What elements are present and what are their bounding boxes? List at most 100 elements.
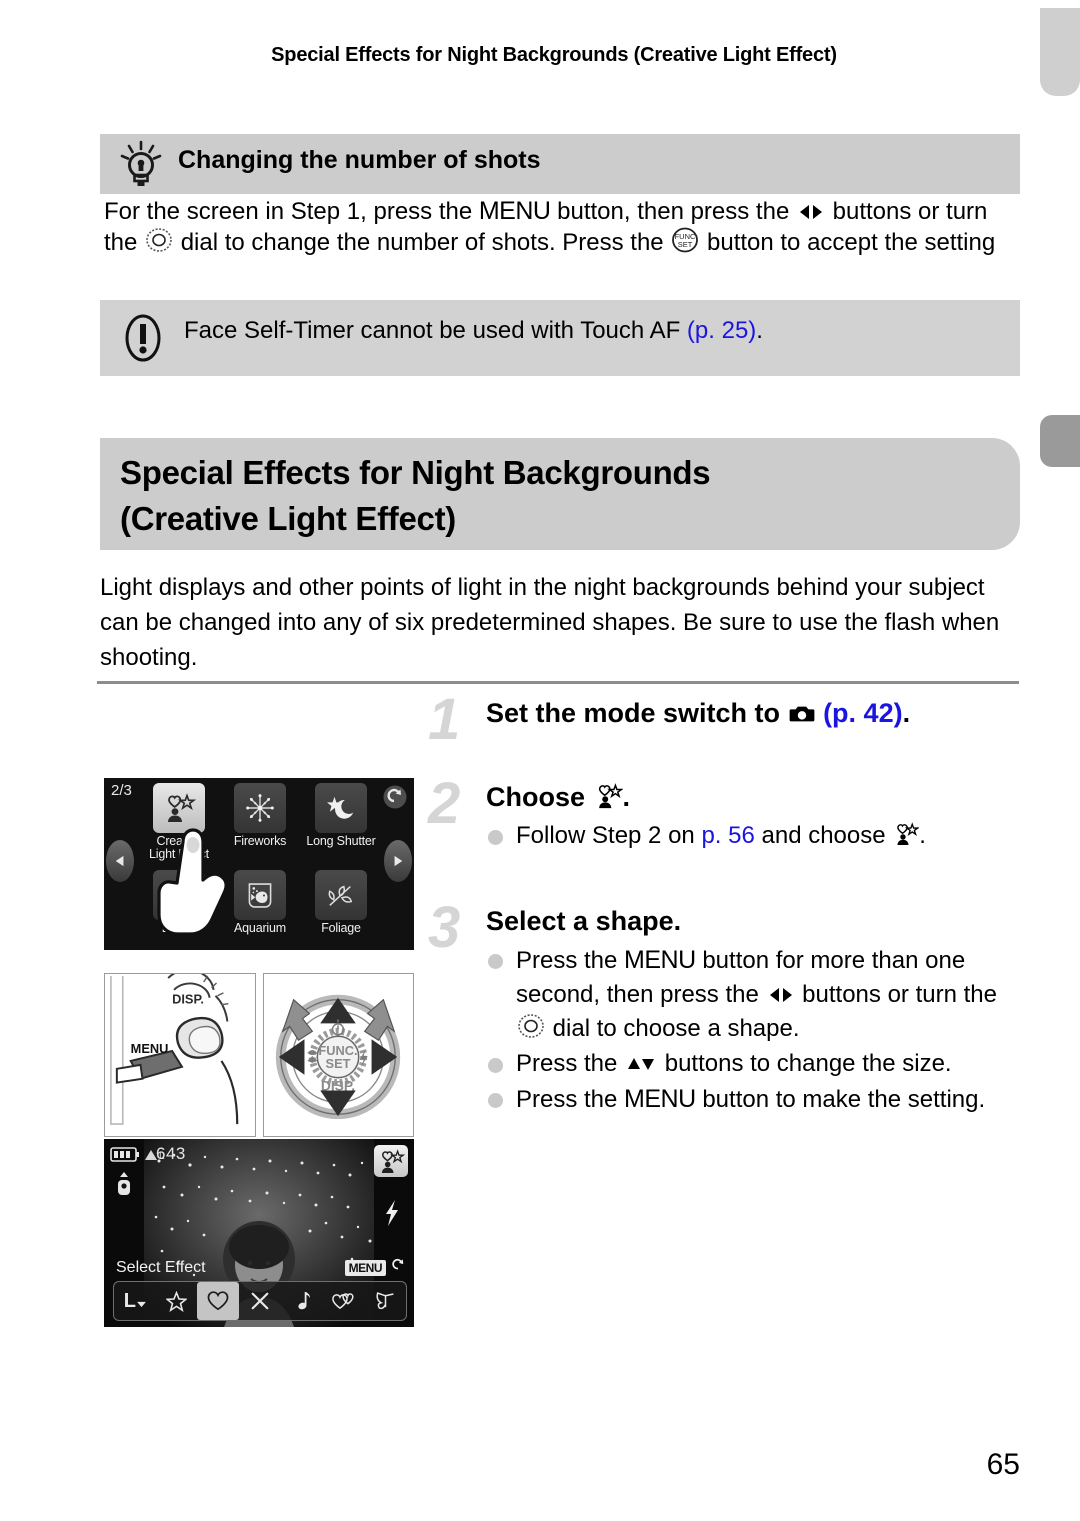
music-note-icon — [298, 1292, 310, 1310]
running-header: Special Effects for Night Backgrounds (C… — [271, 44, 837, 66]
creative-light-effect-icon — [168, 793, 196, 822]
cross-icon — [251, 1292, 269, 1310]
prev-page-button[interactable] — [106, 840, 134, 882]
control-dial-icon — [516, 1013, 546, 1039]
size-dropdown-icon — [137, 1301, 146, 1307]
music-note-shape-button[interactable] — [281, 1282, 323, 1320]
left-right-buttons-icon — [796, 202, 826, 222]
scene-mode-long-shutter[interactable]: Long Shutter — [304, 783, 378, 848]
battery-icon — [110, 1146, 140, 1163]
control-dial-icon — [144, 227, 174, 253]
step-1-page-ref[interactable]: (p. 42) — [823, 698, 903, 728]
return-arrow-icon[interactable] — [382, 784, 408, 810]
page-title-line2: (Creative Light Effect) — [120, 500, 456, 537]
double-heart-shape-button[interactable] — [323, 1282, 365, 1320]
long-shutter-icon — [327, 796, 354, 819]
image-stabilizer-icon — [114, 1171, 134, 1197]
heart-shape-button[interactable] — [197, 1282, 240, 1320]
manual-page: Special Effects for Night Backgrounds (C… — [0, 0, 1080, 1521]
step-3: 3 Select a shape. Press the MENU button … — [428, 899, 1024, 1117]
menu-return-indicator: MENU — [344, 1258, 406, 1277]
star-shape-button[interactable] — [156, 1282, 198, 1320]
step-2-bullet-text-3: . — [919, 822, 926, 849]
scene-mode-screenshot: 2/3 Creative Light Effect Fireworks Long… — [104, 778, 414, 950]
shots-remaining: 643 — [156, 1144, 186, 1163]
lightbulb-icon — [118, 140, 164, 188]
page-reference-link[interactable]: (p. 25) — [687, 317, 756, 344]
warning-text: Face Self-Timer cannot be used with Touc… — [184, 316, 994, 346]
menu-button-label: MENU — [624, 946, 696, 974]
double-heart-icon — [332, 1293, 354, 1309]
menu-button-diagram: DISP. MENU — [104, 973, 256, 1137]
chapter-tab-marker-current — [1040, 415, 1080, 467]
tip-text-2: button, then press the — [550, 198, 796, 225]
svg-text:DISP.: DISP. — [321, 1078, 355, 1094]
page-title: Special Effects for Night Backgrounds (C… — [120, 450, 1000, 542]
steps-list: 1 Set the mode switch to (p. 42). 2 Choo… — [428, 691, 1024, 1121]
scene-tile — [315, 783, 367, 833]
size-selector-button[interactable]: L — [114, 1282, 156, 1320]
finger-pointer-icon — [156, 826, 236, 944]
control-dial-diagram: FUNC. SET DISP. — [263, 973, 414, 1137]
cross-shape-button[interactable] — [239, 1282, 281, 1320]
step-1-text-2 — [816, 698, 824, 728]
next-page-button[interactable] — [384, 840, 412, 882]
step-3-bullet-2: Press the buttons to change the size. — [486, 1047, 1024, 1081]
step-2-bullet-1: Follow Step 2 on p. 56 and choose . — [486, 819, 1024, 853]
step-3-b1-text-1: Press the — [516, 947, 625, 974]
step-1-text-1: Set the mode switch to — [486, 698, 788, 728]
scene-mode-foliage[interactable]: Foliage — [304, 870, 378, 935]
svg-text:SET: SET — [326, 1056, 351, 1071]
step-2-number: 2 — [428, 771, 461, 836]
warning-period: . — [756, 317, 763, 344]
select-effect-screenshot: L 643 Select Effect MENU L — [104, 1139, 414, 1327]
left-right-buttons-icon — [766, 985, 796, 1005]
scene-tile — [315, 870, 367, 920]
fireworks-icon — [246, 794, 274, 822]
func-set-button-icon: FUNC SET — [670, 227, 700, 253]
step-3-b3-text-2: button to make the setting. — [695, 1086, 986, 1113]
tip-text-4: dial to change the number of shots. Pres… — [174, 229, 671, 256]
return-arrow-icon — [390, 1258, 406, 1277]
step-3-bullet-3: Press the MENU button to make the settin… — [486, 1082, 1024, 1117]
page-number: 65 — [986, 1448, 1020, 1481]
step-2-title: Choose . — [486, 779, 1024, 815]
scene-tile — [234, 870, 286, 920]
tip-text-1: For the screen in Step 1, press the — [104, 198, 479, 225]
menu-button-label: MENU — [624, 1085, 696, 1113]
page-indicator: 2/3 — [111, 782, 132, 799]
step-2-text-2: . — [622, 782, 631, 812]
aquarium-icon — [248, 882, 272, 908]
step-3-bullet-1: Press the MENU button for more than one … — [486, 943, 1024, 1046]
step-3-title: Select a shape. — [486, 906, 682, 936]
svg-text:SET: SET — [678, 240, 693, 249]
foliage-icon — [328, 885, 353, 906]
scene-label: Long Shutter — [306, 834, 376, 848]
tip-body: For the screen in Step 1, press the MENU… — [104, 196, 1019, 258]
butterfly-shape-button[interactable] — [364, 1282, 406, 1320]
scene-tile — [234, 783, 286, 833]
step-2: 2 Choose . Follow Step 2 on p. 56 and ch… — [428, 775, 1024, 899]
chapter-tab-marker-top — [1040, 8, 1080, 96]
section-divider — [97, 681, 1019, 684]
butterfly-icon — [376, 1292, 394, 1310]
step-3-b2-text-2: buttons to change the size. — [658, 1050, 952, 1077]
step-2-bullets: Follow Step 2 on p. 56 and choose . — [486, 819, 1024, 853]
heart-icon — [207, 1291, 229, 1311]
star-icon — [166, 1290, 188, 1312]
size-label: L — [123, 1289, 136, 1312]
step-3-bullets: Press the MENU button for more than one … — [486, 943, 1024, 1117]
step-3-b2-text-1: Press the — [516, 1050, 625, 1077]
step-2-text-1: Choose — [486, 782, 593, 812]
step-2-bullet-text-1: Follow Step 2 on — [516, 822, 702, 849]
status-text: Select Effect — [116, 1259, 206, 1276]
step-3-b1-text-3: buttons or turn the — [795, 981, 997, 1008]
camera-mode-icon — [788, 703, 816, 725]
shape-toolbar: L — [113, 1281, 407, 1321]
chapter-title-banner: Special Effects for Night Backgrounds (C… — [100, 438, 1020, 550]
step-1-text-3: . — [902, 698, 911, 728]
creative-light-effect-mode-badge — [374, 1145, 408, 1177]
tip-box: Changing the number of shots — [100, 134, 1020, 194]
creative-light-effect-icon — [892, 822, 920, 846]
step-2-page-ref[interactable]: p. 56 — [701, 822, 754, 849]
